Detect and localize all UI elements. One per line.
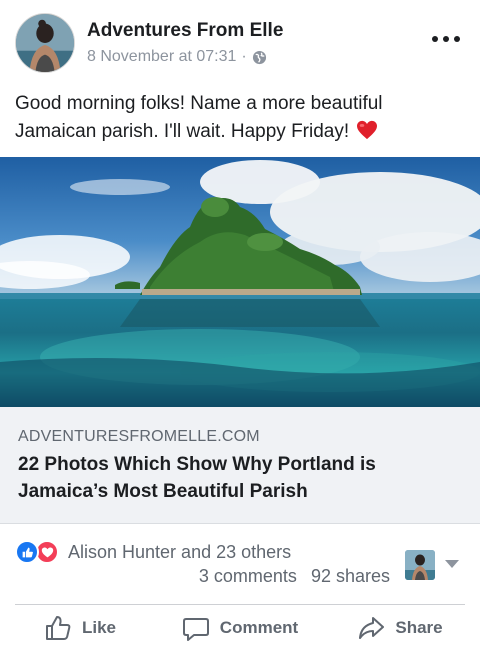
- author-name[interactable]: Adventures From Elle: [87, 20, 283, 42]
- author-avatar[interactable]: [15, 13, 75, 73]
- more-dot: [454, 36, 460, 42]
- post-timestamp[interactable]: 8 November at 07:31: [87, 48, 236, 66]
- like-label: Like: [81, 618, 117, 637]
- chevron-down-icon[interactable]: [445, 560, 459, 568]
- post-meta: 8 November at 07:31 ·: [87, 48, 267, 66]
- reactor-names: Alison Hunter and 23 others: [68, 541, 292, 562]
- shares-count[interactable]: 92 shares: [311, 566, 390, 587]
- link-title: 22 Photos Which Show Why Portland is Jam…: [18, 454, 376, 502]
- comment-button[interactable]: Comment: [160, 606, 320, 650]
- post-photo[interactable]: [0, 157, 480, 407]
- post-text: Good morning folks! Name a more beautifu…: [15, 93, 383, 142]
- actions-divider: [15, 604, 465, 605]
- meta-separator: ·: [241, 48, 247, 65]
- share-button[interactable]: Share: [320, 606, 480, 650]
- share-icon: [359, 617, 385, 639]
- like-button[interactable]: Like: [0, 606, 160, 650]
- thumbs-up-icon: [45, 616, 71, 640]
- globe-icon[interactable]: [252, 50, 267, 65]
- more-dot: [432, 36, 438, 42]
- comment-label: Comment: [219, 618, 299, 637]
- link-preview[interactable]: ADVENTURESFROMELLE.COM 22 Photos Which S…: [0, 407, 480, 524]
- engagement-counts: 3 comments 92 shares: [199, 566, 390, 587]
- more-options-icon[interactable]: [432, 30, 460, 48]
- reaction-summary[interactable]: Alison Hunter and 23 others: [15, 540, 291, 564]
- post-actions: Like Comment Share: [0, 606, 480, 650]
- viewer-avatar[interactable]: [405, 550, 435, 580]
- post-header: Adventures From Elle 8 November at 07:31…: [0, 0, 480, 84]
- post-body: Good morning folks! Name a more beautifu…: [15, 90, 465, 146]
- share-label: Share: [395, 618, 443, 637]
- comment-icon: [182, 618, 209, 641]
- red-heart-icon: [357, 120, 378, 140]
- link-domain: ADVENTURESFROMELLE.COM: [18, 428, 260, 445]
- like-reaction-icon: [15, 540, 39, 564]
- comments-count[interactable]: 3 comments: [199, 566, 297, 587]
- more-dot: [443, 36, 449, 42]
